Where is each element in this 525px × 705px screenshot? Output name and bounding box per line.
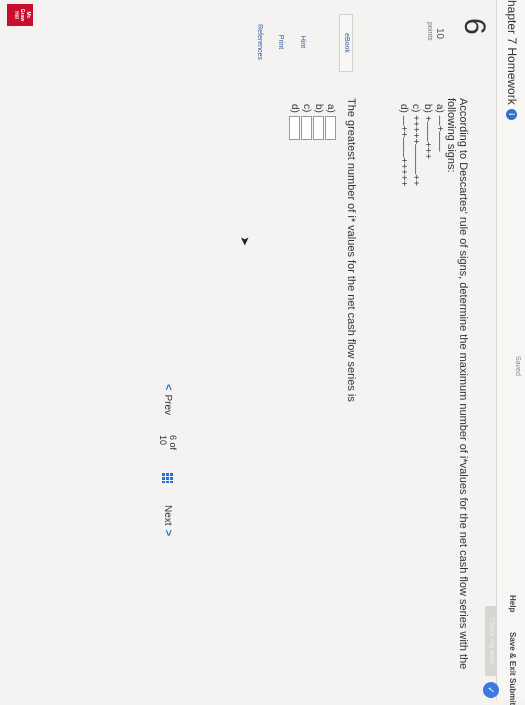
option-a: a) —+——	[434, 104, 445, 152]
sign-options-list: a) —+—— b) +——+++ c) +++++———++ d) —++——…	[397, 104, 445, 187]
check-work-icon[interactable]: ✓	[483, 682, 499, 698]
answer-input-d[interactable]	[289, 116, 301, 140]
prev-label: Prev	[162, 394, 174, 415]
mcgraw-hill-logo: Mc Graw Hill	[7, 4, 33, 26]
answer-label-b: b)	[313, 104, 325, 113]
page-indicator: 6 of 10	[158, 435, 178, 451]
mouse-cursor-icon: ➤	[238, 236, 252, 247]
chapter-title: hapter 7 Homeworki	[505, 0, 519, 120]
ebook-button[interactable]: eBook	[339, 14, 353, 72]
next-button[interactable]: Next >	[162, 505, 174, 540]
hint-link[interactable]: Hint	[296, 14, 308, 70]
info-icon[interactable]: i	[505, 108, 517, 120]
points-value: 10	[434, 28, 445, 40]
answer-label-d: d)	[289, 104, 301, 113]
saved-status: Saved	[514, 356, 521, 376]
answer-row-d: d)	[289, 104, 301, 140]
print-link[interactable]: Print	[274, 14, 286, 70]
question-prompt: According to Descartes' rule of signs, d…	[445, 98, 469, 670]
references-link[interactable]: References	[253, 14, 265, 70]
check-my-work-button[interactable]: Check my work	[485, 606, 497, 676]
pagination: < Prev 6 of 10 Next >	[156, 380, 180, 540]
answer-fields: a) b) c) d)	[289, 104, 337, 140]
homework-page: hapter 7 Homeworki Saved Help Save & Exi…	[0, 0, 525, 705]
grid-icon[interactable]	[162, 473, 174, 483]
answer-row-c: c)	[301, 104, 313, 140]
submit-button[interactable]: Submit	[508, 678, 517, 705]
chevron-right-icon: >	[162, 529, 174, 536]
points-label: points	[426, 22, 433, 41]
save-exit-button[interactable]: Save & Exit	[508, 632, 517, 676]
answer-input-b[interactable]	[313, 116, 325, 140]
chevron-left-icon: <	[162, 384, 174, 391]
answer-row-b: b)	[313, 104, 325, 140]
top-bar: hapter 7 Homeworki Saved Help Save & Exi…	[496, 0, 525, 705]
answer-row-a: a)	[325, 104, 337, 140]
answer-input-a[interactable]	[325, 116, 337, 140]
option-c: c) +++++———++	[410, 104, 421, 186]
option-b: b) +——+++	[422, 104, 433, 160]
answer-input-c[interactable]	[301, 116, 313, 140]
answer-label-a: a)	[325, 104, 337, 113]
next-label: Next	[162, 505, 174, 526]
option-d: d) —++——+++++	[398, 104, 409, 187]
answer-label-c: c)	[301, 104, 313, 113]
question-number: 6	[458, 18, 491, 35]
answer-prompt: The greatest number of i* values for the…	[345, 98, 357, 402]
prev-button[interactable]: < Prev	[162, 380, 174, 415]
help-button[interactable]: Help	[508, 595, 517, 612]
